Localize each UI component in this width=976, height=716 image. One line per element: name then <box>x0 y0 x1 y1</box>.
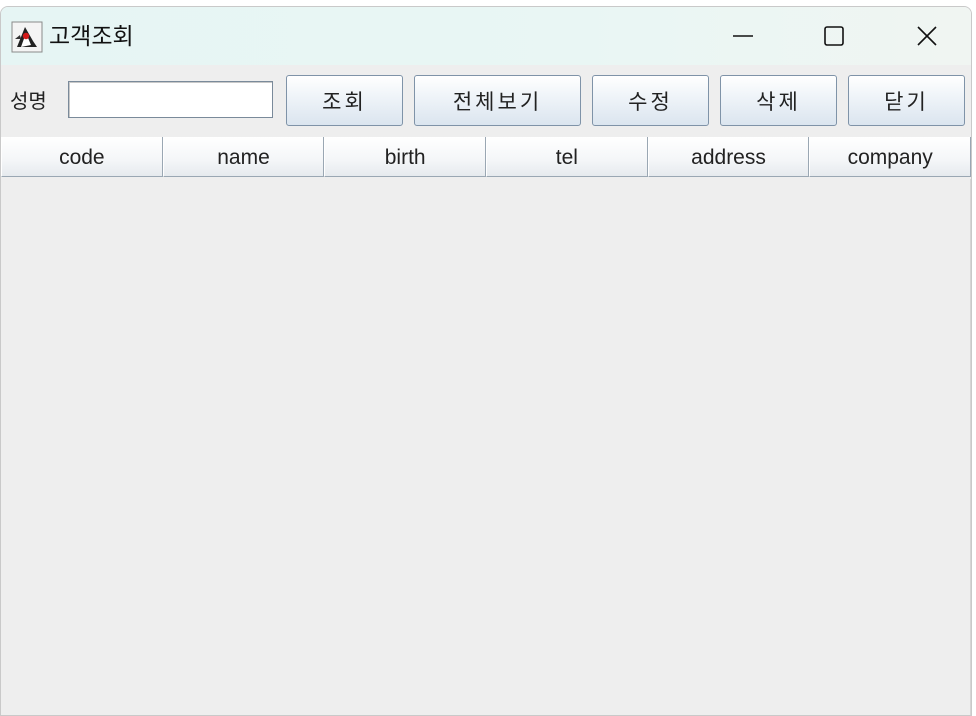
name-label: 성명 <box>10 89 47 113</box>
column-header-code[interactable]: code <box>1 137 163 177</box>
close-icon <box>917 26 937 46</box>
minimize-button[interactable] <box>697 7 789 65</box>
name-input[interactable] <box>68 81 273 118</box>
table-header: code name birth tel address company <box>1 137 971 179</box>
table-divider <box>970 179 971 715</box>
edit-button[interactable]: 수정 <box>592 75 709 126</box>
column-header-address[interactable]: address <box>647 137 810 177</box>
search-toolbar: 성명 조회 전체보기 수정 삭제 닫기 <box>1 65 971 135</box>
table-body[interactable] <box>1 179 971 715</box>
java-duke-icon <box>11 21 43 53</box>
maximize-icon <box>824 26 844 46</box>
column-header-company[interactable]: company <box>809 137 971 177</box>
delete-button[interactable]: 삭제 <box>720 75 837 126</box>
title-bar[interactable]: 고객조회 <box>1 7 971 65</box>
minimize-icon <box>733 35 753 37</box>
maximize-button[interactable] <box>788 7 880 65</box>
column-header-birth[interactable]: birth <box>324 137 487 177</box>
view-all-button[interactable]: 전체보기 <box>414 75 581 126</box>
search-button[interactable]: 조회 <box>286 75 403 126</box>
window-title: 고객조회 <box>49 24 134 50</box>
column-header-name[interactable]: name <box>162 137 325 177</box>
column-header-tel[interactable]: tel <box>486 137 648 177</box>
close-button[interactable]: 닫기 <box>848 75 965 126</box>
customer-lookup-window: 고객조회 성명 조회 전체보기 수정 삭제 닫기 code name birth… <box>0 6 972 716</box>
close-window-button[interactable] <box>881 7 971 65</box>
